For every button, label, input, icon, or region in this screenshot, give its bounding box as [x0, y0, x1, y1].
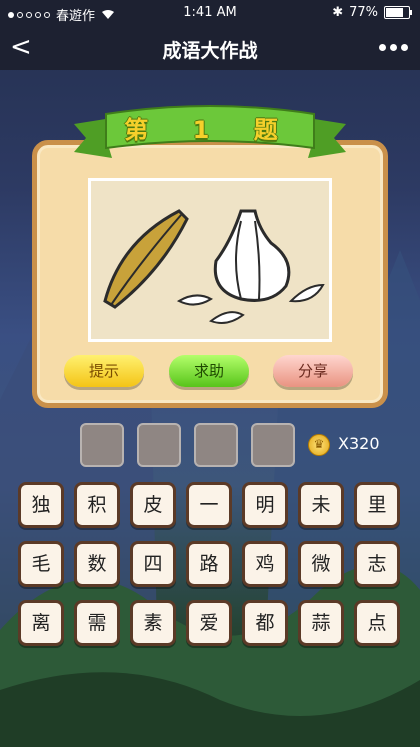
character-tile[interactable]: 需 [74, 600, 120, 646]
feather-garlic-illustration [103, 209, 325, 324]
character-tile[interactable]: 路 [186, 541, 232, 587]
puzzle-picture [88, 178, 332, 342]
navigation-bar: < 成语大作战 [0, 26, 420, 70]
crown-coin-icon: ♛ [308, 434, 330, 456]
character-tile[interactable]: 都 [242, 600, 288, 646]
page-title: 成语大作战 [162, 40, 258, 62]
more-options-icon[interactable] [379, 44, 408, 51]
character-tile[interactable]: 志 [354, 541, 400, 587]
character-tile[interactable]: 素 [130, 600, 176, 646]
character-tile[interactable]: 蒜 [298, 600, 344, 646]
coin-count: X320 [338, 434, 380, 453]
character-tile[interactable]: 爱 [186, 600, 232, 646]
hint-button[interactable]: 提示 [64, 355, 144, 387]
character-tile[interactable]: 积 [74, 482, 120, 528]
battery-icon [384, 6, 412, 19]
character-tile[interactable]: 明 [242, 482, 288, 528]
help-button[interactable]: 求助 [169, 355, 249, 387]
character-tile[interactable]: 皮 [130, 482, 176, 528]
status-bar: 春遊作 1:41 AM ✱ 77% [0, 0, 420, 26]
answer-slot[interactable] [137, 423, 181, 467]
character-tile[interactable]: 四 [130, 541, 176, 587]
answer-slot[interactable] [194, 423, 238, 467]
character-tile[interactable]: 微 [298, 541, 344, 587]
bluetooth-icon: ✱ [332, 5, 344, 20]
share-button[interactable]: 分享 [273, 355, 353, 387]
answer-slot[interactable] [251, 423, 295, 467]
battery-percent: 77% [349, 5, 378, 20]
character-tile[interactable]: 里 [354, 482, 400, 528]
question-number-label: 第 1 题 [124, 116, 296, 144]
character-tile[interactable]: 毛 [18, 541, 64, 587]
answer-slot[interactable] [80, 423, 124, 467]
character-tile[interactable]: 鸡 [242, 541, 288, 587]
character-tile[interactable]: 数 [74, 541, 120, 587]
character-tile[interactable]: 点 [354, 600, 400, 646]
character-tile[interactable]: 离 [18, 600, 64, 646]
character-tile[interactable]: 未 [298, 482, 344, 528]
character-tile[interactable]: 独 [18, 482, 64, 528]
character-tile[interactable]: 一 [186, 482, 232, 528]
